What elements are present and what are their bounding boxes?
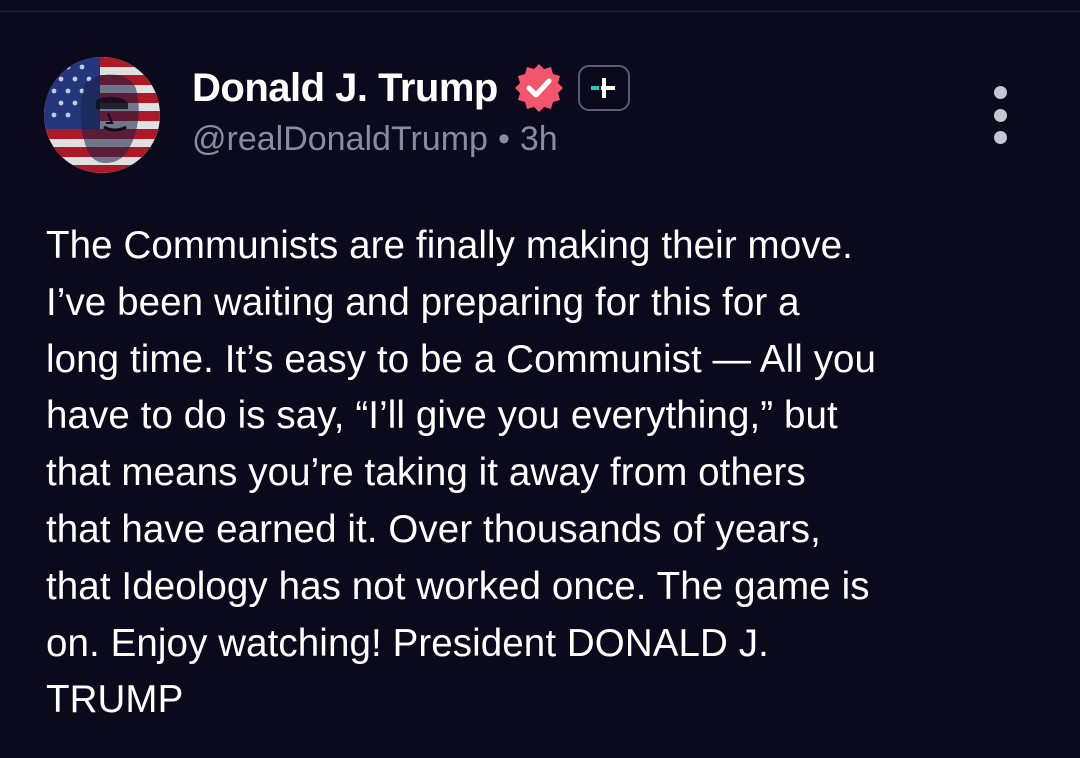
post-text-line: that Ideology has not worked once. The g…: [46, 564, 870, 608]
avatar-flag-portrait-icon: [44, 57, 160, 173]
more-vertical-icon-dot: [993, 131, 1007, 144]
post-body-text: The Communists are finally making their …: [46, 218, 1046, 729]
post-text-line: long time. It’s easy to be a Communist —…: [46, 337, 877, 381]
author-meta-row: @realDonaldTrump • 3h: [192, 120, 558, 159]
post-text-line: that means you’re taking it away from ot…: [46, 451, 806, 495]
plus-badge-icon[interactable]: [577, 65, 630, 111]
author-handle[interactable]: @realDonaldTrump: [192, 120, 488, 159]
author-name-row: Donald J. Trump: [192, 62, 630, 114]
post-text-line: TRUMP: [46, 678, 184, 722]
verified-badge-icon: [512, 61, 566, 115]
author-avatar[interactable]: [44, 57, 160, 173]
more-vertical-icon-dot: [993, 108, 1007, 122]
post-text-line: on. Enjoy watching! President DONALD J.: [46, 621, 769, 665]
post-timestamp[interactable]: 3h: [520, 120, 558, 159]
post-text-line: that have earned it. Over thousands of y…: [46, 507, 821, 551]
post-card: Donald J. Trump @realDonaldTrump • 3h Th…: [0, 0, 1080, 758]
more-vertical-icon: [993, 86, 1007, 99]
post-text-line: have to do is say, “I’ll give you everyt…: [46, 394, 838, 438]
post-text-line: I’ve been waiting and preparing for this…: [46, 280, 800, 324]
post-text-line: The Communists are finally making their …: [46, 224, 853, 267]
author-display-name[interactable]: Donald J. Trump: [192, 66, 498, 111]
meta-separator: •: [497, 120, 510, 158]
more-options-button[interactable]: [980, 86, 1020, 144]
